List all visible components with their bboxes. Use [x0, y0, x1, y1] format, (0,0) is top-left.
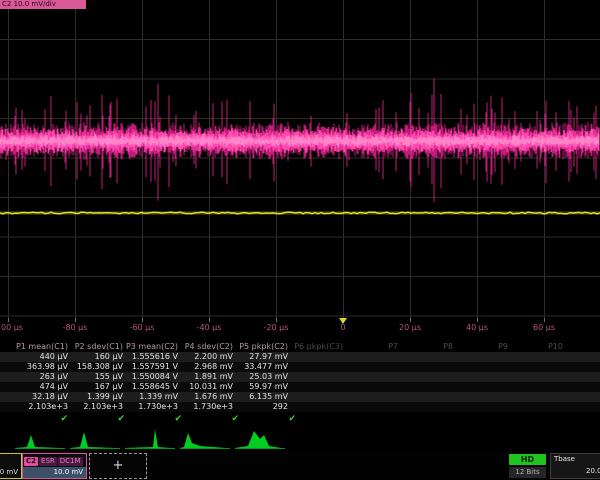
param-header[interactable]: P6 pkpk(C3) [288, 342, 343, 352]
time-axis-label: 20 µs [387, 323, 433, 332]
channel-c1-descriptor[interactable]: DC1M 50.0 mV [0, 453, 22, 479]
time-axis-label: 60 µs [521, 323, 567, 332]
measure-value: 2.103e+3 [68, 402, 123, 412]
histicon-p4 [180, 427, 230, 451]
tbase-value: 20.0 µs [586, 467, 600, 475]
status-check-icon: ✔ [70, 414, 127, 424]
measure-stat-row: 440 µV160 µV1.555616 V2.200 mV27.97 mV [0, 352, 600, 362]
param-header[interactable]: P3 mean(C2) [123, 342, 178, 352]
measure-stat-row: 32.18 µV1.399 µV1.339 mV1.676 mV6.135 mV [0, 392, 600, 402]
axis-tick [142, 318, 143, 322]
measure-value: 167 µV [68, 382, 123, 392]
c2-esr-badge: ESR [39, 457, 57, 466]
axis-tick [209, 318, 210, 322]
histicon-p3 [125, 427, 175, 451]
time-axis-label: -60 µs [119, 323, 165, 332]
measure-value: 6.135 mV [233, 392, 288, 402]
hd-mode-badge[interactable]: HD [509, 454, 546, 465]
axis-tick [544, 318, 545, 322]
measure-value: 155 µV [68, 372, 123, 382]
measure-value: 363.98 µV [13, 362, 68, 372]
param-header[interactable]: P2 sdev(C1) [68, 342, 123, 352]
param-header[interactable]: P11 [563, 342, 600, 352]
time-axis-label: -80 µs [52, 323, 98, 332]
c2-coupling-badge: DC1M [58, 457, 83, 466]
time-axis-label: -20 µs [253, 323, 299, 332]
axis-tick [75, 318, 76, 322]
param-header[interactable]: P7 [343, 342, 398, 352]
measure-value: 1.339 mV [123, 392, 178, 402]
timebase-descriptor[interactable]: Tbase 20.0 µs [550, 453, 600, 479]
measure-value: 1.550084 V [123, 372, 178, 382]
measure-value: 1.730e+3 [178, 402, 233, 412]
histicon-strip [0, 427, 600, 452]
resolution-bits-label: 12 Bits [509, 467, 546, 478]
waveform-grid-area: C2 10.0 mV/div [0, 0, 600, 318]
status-check-icon: ✔ [184, 414, 241, 424]
measure-value: 440 µV [13, 352, 68, 362]
measure-value: 2.200 mV [178, 352, 233, 362]
measure-stat-row: 263 µV155 µV1.550084 V1.891 mV25.03 mV [0, 372, 600, 382]
param-header[interactable]: P8 [398, 342, 453, 352]
measure-value: 474 µV [13, 382, 68, 392]
measure-value: 2.968 mV [178, 362, 233, 372]
trigger-position-marker [339, 318, 347, 324]
param-header[interactable]: P1 mean(C1) [13, 342, 68, 352]
measure-value: 1.557591 V [123, 362, 178, 372]
channel-c2-descriptor[interactable]: C2 ESR DC1M 10.0 mV [22, 453, 87, 479]
measure-value: 263 µV [13, 372, 68, 382]
measure-stat-row: 474 µV167 µV1.558645 V10.031 mV59.97 mV [0, 382, 600, 392]
param-header[interactable]: P5 pkpk(C2) [233, 342, 288, 352]
measure-value: 25.03 mV [233, 372, 288, 382]
measure-value: 10.031 mV [178, 382, 233, 392]
trace-annotation-badge: C2 10.0 mV/div [0, 0, 86, 9]
time-axis-label: 40 µs [454, 323, 500, 332]
measure-value: 1.676 mV [178, 392, 233, 402]
axis-tick [477, 318, 478, 322]
axis-tick [276, 318, 277, 322]
histicon-p2 [70, 427, 120, 451]
time-axis-label: -100 µs [0, 323, 31, 332]
status-row: ✔✔✔✔✔ [0, 412, 600, 425]
histicon-p5 [235, 427, 285, 451]
time-axis-label: -40 µs [186, 323, 232, 332]
param-header[interactable]: P10 [508, 342, 563, 352]
histicon-p1 [15, 427, 65, 451]
c2-name-badge: C2 [24, 457, 38, 466]
status-check-icon: ✔ [241, 414, 298, 424]
param-header[interactable]: P9 [453, 342, 508, 352]
oscilloscope-screen: C2 10.0 mV/div -100 µs -80 µs -60 µs -40 µs… [0, 0, 600, 480]
c2-scale-value: 10.0 mV [23, 467, 86, 478]
param-header-row: P1 mean(C1)P2 sdev(C1)P3 mean(C2)P4 sdev… [0, 341, 600, 352]
measure-stat-row: 363.98 µV158.308 µV1.557591 V2.968 mV33.… [0, 362, 600, 372]
measure-value: 59.97 mV [233, 382, 288, 392]
measure-value: 1.730e+3 [123, 402, 178, 412]
measure-value: 32.18 µV [13, 392, 68, 402]
measure-value: 27.97 mV [233, 352, 288, 362]
measure-value: 1.399 µV [68, 392, 123, 402]
axis-tick [410, 318, 411, 322]
axis-tick [8, 318, 9, 322]
add-trace-button[interactable]: + [89, 453, 147, 479]
measure-value: 158.308 µV [68, 362, 123, 372]
measure-value: 2.103e+3 [13, 402, 68, 412]
measure-stat-row: 2.103e+32.103e+31.730e+31.730e+3292 [0, 402, 600, 412]
measure-value: 33.477 mV [233, 362, 288, 372]
measure-value: 160 µV [68, 352, 123, 362]
param-header[interactable]: P4 sdev(C2) [178, 342, 233, 352]
measure-value: 1.558645 V [123, 382, 178, 392]
measurement-table: P1 mean(C1)P2 sdev(C1)P3 mean(C2)P4 sdev… [0, 341, 600, 425]
timebase-axis: -100 µs -80 µs -60 µs -40 µs -20 µs 0 20 µs 40 … [0, 318, 600, 335]
measure-value: 1.555616 V [123, 352, 178, 362]
tbase-label: Tbase [554, 455, 575, 463]
c1-scale-value: 50.0 mV [0, 467, 21, 478]
status-check-icon: ✔ [13, 414, 70, 424]
descriptor-bar: DC1M 50.0 mV C2 ESR DC1M 10.0 mV + HD 12… [0, 452, 600, 480]
measure-value: 292 [233, 402, 288, 412]
waveform-plot [0, 0, 600, 318]
measure-value: 1.891 mV [178, 372, 233, 382]
time-axis-label: 0 [320, 323, 366, 332]
status-check-icon: ✔ [127, 414, 184, 424]
